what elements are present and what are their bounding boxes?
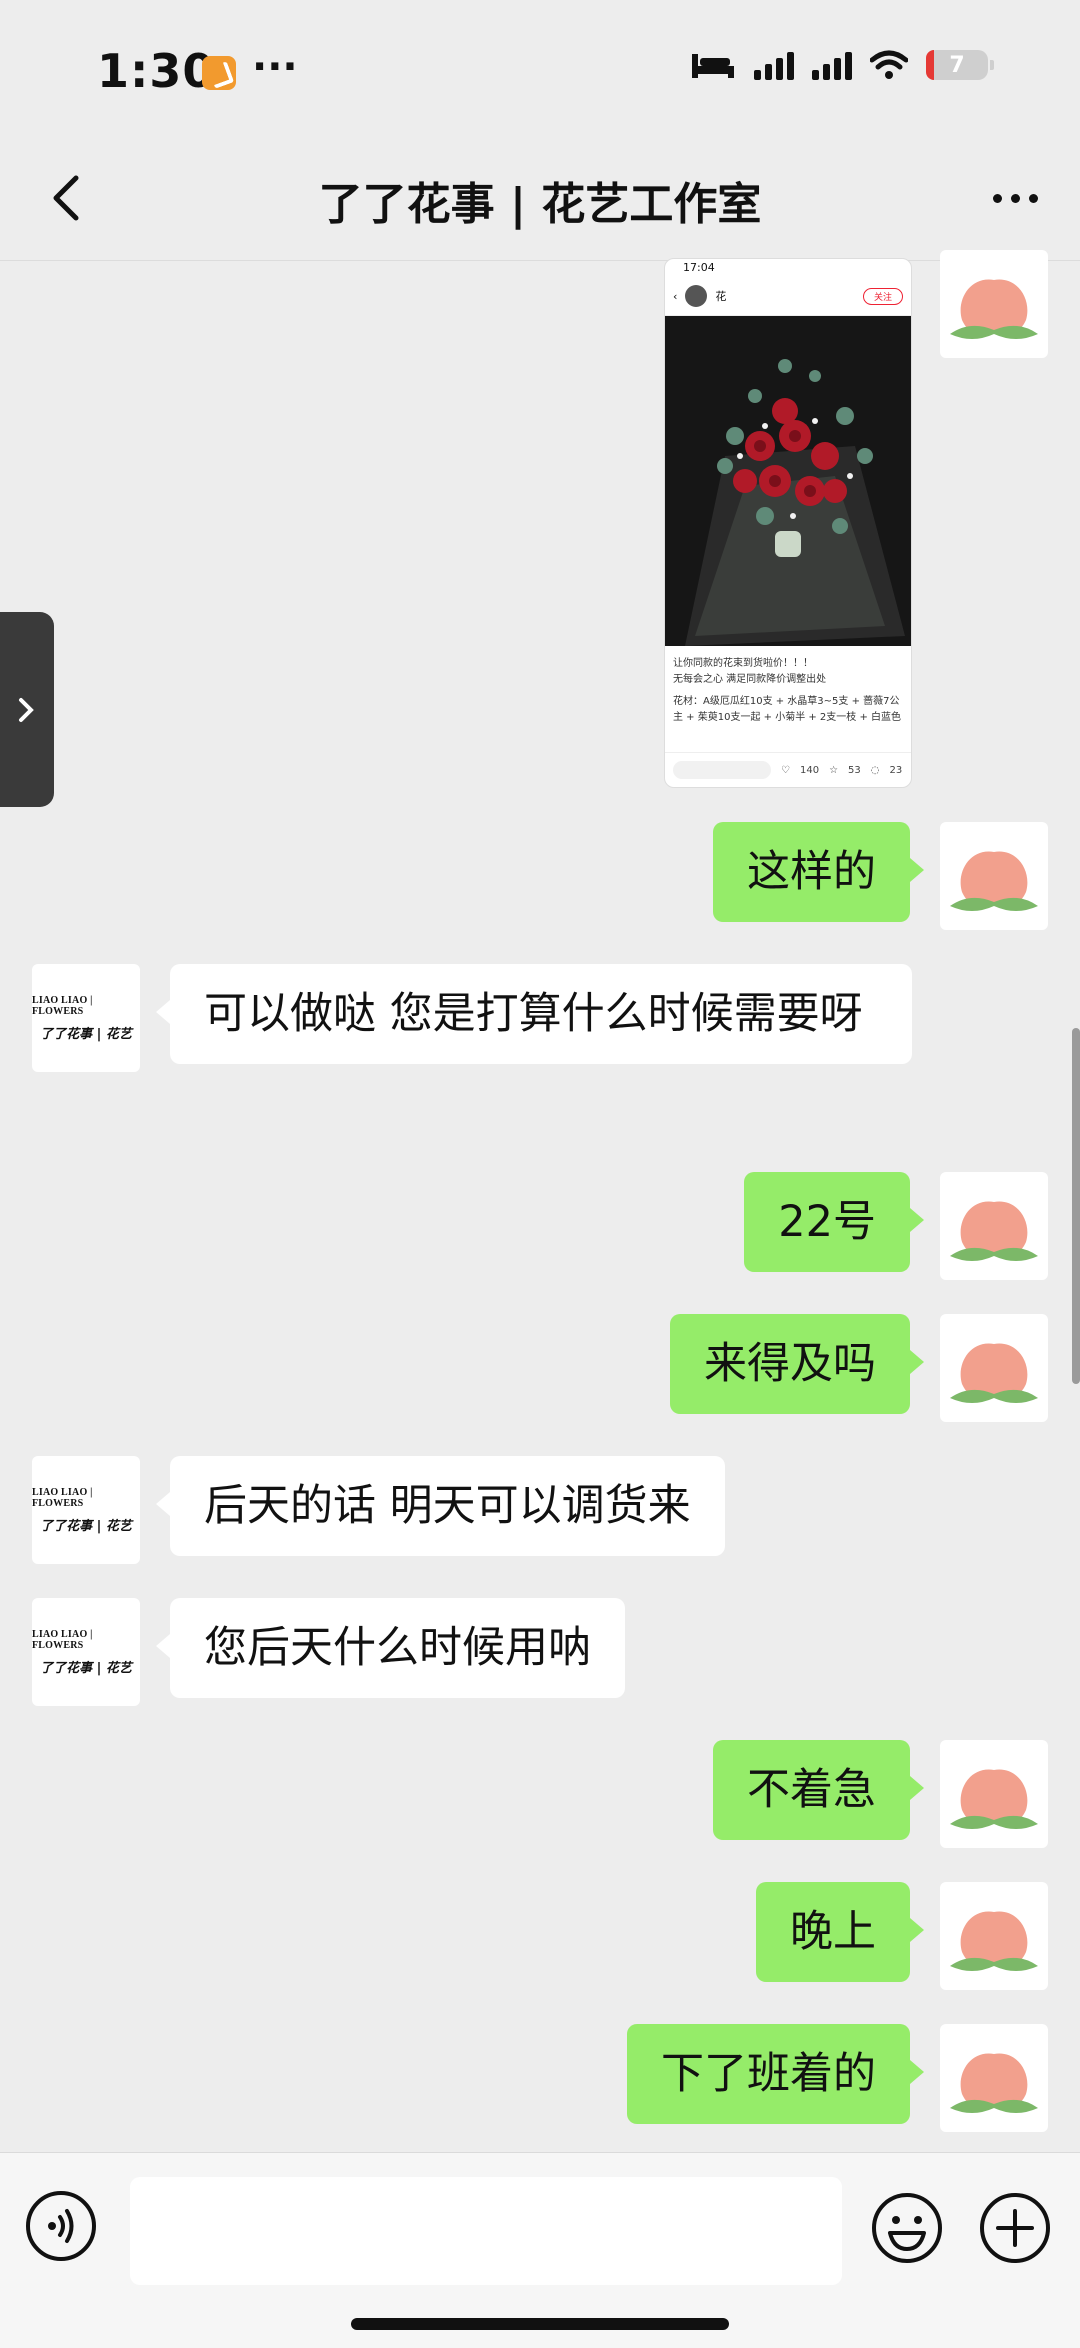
bouquet-photo <box>665 316 911 646</box>
message-bubble-outgoing[interactable]: 晚上 <box>756 1882 924 1982</box>
shared-post-header: ‹ 花 关注 <box>665 277 911 316</box>
status-time: 1:30 <box>97 44 216 98</box>
my-avatar[interactable] <box>940 822 1048 930</box>
shop-logo-line2: 了了花事 | 花艺 <box>40 1026 132 1042</box>
sleep-focus-icon <box>692 54 734 78</box>
shared-post-back-icon: ‹ <box>673 289 678 303</box>
shared-post-comments: 23 <box>889 764 903 776</box>
message-input[interactable] <box>130 2177 842 2285</box>
more-options-icon[interactable] <box>980 168 1050 228</box>
shared-post-action-bar: ♡ 140 ☆ 53 ◌ 23 <box>665 752 911 787</box>
comment-icon: ◌ <box>870 764 880 776</box>
message-bubble-incoming[interactable]: 您后天什么时候用呐 <box>156 1598 625 1698</box>
voice-input-button[interactable] <box>26 2191 96 2261</box>
shared-post-author: 花 <box>715 290 727 303</box>
star-icon: ☆ <box>829 764 839 776</box>
shop-avatar[interactable]: LIAO LIAO | FLOWERS 了了花事 | 花艺 <box>32 1598 140 1706</box>
voice-icon <box>48 2209 74 2243</box>
shop-logo-line2: 了了花事 | 花艺 <box>40 1660 132 1676</box>
message-bubble-outgoing[interactable]: 22号 <box>744 1172 924 1272</box>
shared-post-comment-input <box>673 761 771 779</box>
shared-post-likes: 140 <box>799 764 820 776</box>
cellular-signal-icon-2 <box>812 50 852 80</box>
my-avatar[interactable] <box>940 250 1048 358</box>
shared-post-caption-title: 让你同款的花束到货啦价！！！ <box>673 658 813 669</box>
shared-post-status-time: 17:04 <box>683 261 715 274</box>
shop-avatar[interactable]: LIAO LIAO | FLOWERS 了了花事 | 花艺 <box>32 964 140 1072</box>
battery-level: 7 <box>949 52 965 78</box>
message-bubble-outgoing[interactable]: 来得及吗 <box>670 1314 924 1414</box>
shared-post-avatar <box>685 285 708 307</box>
wifi-icon <box>870 50 908 79</box>
my-avatar[interactable] <box>940 1314 1048 1422</box>
shop-logo-line2: 了了花事 | 花艺 <box>40 1518 132 1534</box>
heart-icon: ♡ <box>781 764 790 776</box>
my-avatar[interactable] <box>940 2024 1048 2132</box>
shared-post-caption-line3: 花材：A级厄瓜红10支 + 水晶草3~5支 + 蔷薇7公主 + 茱萸10支一起 … <box>673 696 902 723</box>
shared-post-stars: 53 <box>848 764 861 776</box>
shop-logo-line1: LIAO LIAO | FLOWERS <box>32 1486 93 1509</box>
message-bubble-incoming[interactable]: 可以做哒 您是打算什么时候需要呀 <box>156 964 912 1064</box>
chat-title: 了了花事 | 花艺工作室 <box>318 179 762 230</box>
my-avatar[interactable] <box>940 1740 1048 1848</box>
emoji-icon[interactable] <box>870 2191 944 2265</box>
message-bubble-incoming[interactable]: 后天的话 明天可以调货来 <box>156 1456 725 1556</box>
shared-post-follow: 关注 <box>862 287 903 305</box>
chat-header: 了了花事 | 花艺工作室 <box>0 140 1080 261</box>
floating-side-tab[interactable] <box>0 612 54 807</box>
chevron-right-icon <box>19 697 34 722</box>
my-avatar[interactable] <box>940 1882 1048 1990</box>
shared-post-image[interactable]: 17:04 ‹ 花 关注 让你同款的花束到货啦价！！！ 无每会之心 满足同款降价… <box>664 258 912 788</box>
message-bubble-outgoing[interactable]: 这样的 <box>713 822 924 922</box>
cellular-signal-icon-1 <box>754 50 794 80</box>
message-bubble-outgoing[interactable]: 下了班着的 <box>627 2024 924 2124</box>
my-avatar[interactable] <box>940 1172 1048 1280</box>
home-indicator[interactable] <box>351 2318 729 2330</box>
shop-avatar[interactable]: LIAO LIAO | FLOWERS 了了花事 | 花艺 <box>32 1456 140 1564</box>
chat-scrollbar[interactable] <box>1072 1028 1080 1384</box>
app-notification-icon <box>202 56 236 90</box>
battery-icon: 7 <box>926 50 994 80</box>
status-bar: 1:30 ··· 7 <box>0 0 1080 140</box>
shop-logo-line1: LIAO LIAO | FLOWERS <box>32 1628 93 1651</box>
message-bubble-outgoing[interactable]: 不着急 <box>713 1740 924 1840</box>
plus-icon[interactable] <box>978 2191 1052 2265</box>
shared-post-caption-line2: 无每会之心 满足同款降价调整出处 <box>673 674 827 685</box>
status-more-indicator: ··· <box>252 44 298 90</box>
shop-logo-line1: LIAO LIAO | FLOWERS <box>32 994 93 1017</box>
